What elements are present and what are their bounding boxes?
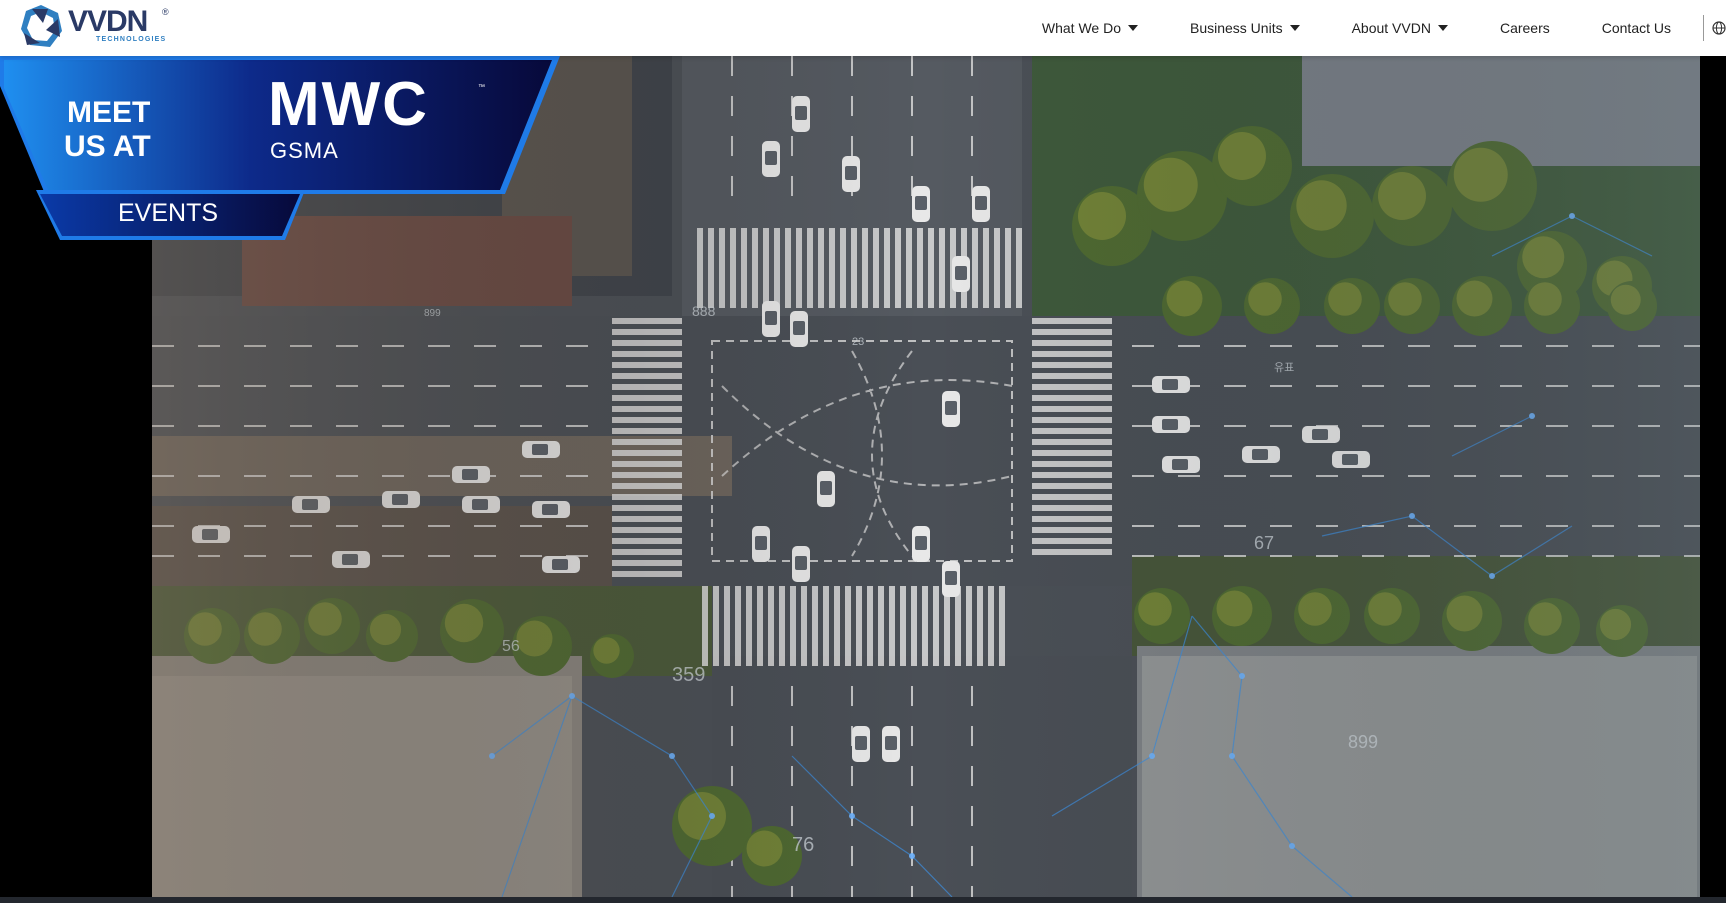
nav-item-business-units[interactable]: Business Units xyxy=(1190,0,1300,56)
logo-tagline: TECHNOLOGIES xyxy=(96,36,167,43)
mwc-title: MWC xyxy=(268,70,429,139)
nav-label: Business Units xyxy=(1189,20,1283,36)
registered-mark: ® xyxy=(162,7,169,17)
globe-icon[interactable] xyxy=(1712,21,1726,35)
nav-label: Careers xyxy=(1499,20,1550,36)
events-cta[interactable]: EVENTS xyxy=(118,199,218,228)
nav-item-contact[interactable]: Contact Us xyxy=(1602,0,1671,56)
nav-label: Contact Us xyxy=(1601,20,1671,36)
banner-line2: US AT xyxy=(64,130,151,163)
nav-label: What We Do xyxy=(1041,20,1121,36)
nav-divider xyxy=(1703,15,1704,41)
nav-item-careers[interactable]: Careers xyxy=(1500,0,1550,56)
trademark-mark: ™ xyxy=(478,84,485,91)
vvdn-logo[interactable]: VVDN ® TECHNOLOGIES xyxy=(18,3,169,51)
gsma-label: GSMA xyxy=(270,138,339,163)
caret-down-icon xyxy=(1289,25,1300,31)
site-header: VVDN ® TECHNOLOGIES What We Do Business … xyxy=(0,0,1726,56)
nav-item-about[interactable]: About VVDN xyxy=(1352,0,1448,56)
logo-mark-icon xyxy=(21,5,62,47)
caret-down-icon xyxy=(1127,25,1138,31)
nav-item-what-we-do[interactable]: What We Do xyxy=(1042,0,1138,56)
logo-wordmark: VVDN xyxy=(68,5,148,38)
banner-line1: MEET xyxy=(67,96,151,129)
main-nav: What We Do Business Units About VVDN Car… xyxy=(1042,0,1726,56)
caret-down-icon xyxy=(1437,25,1448,31)
nav-label: About VVDN xyxy=(1351,20,1431,36)
page-bottom-strip xyxy=(0,897,1726,903)
mwc-event-banner[interactable]: MEET US AT MWC ™ GSMA EVENTS xyxy=(0,56,565,241)
